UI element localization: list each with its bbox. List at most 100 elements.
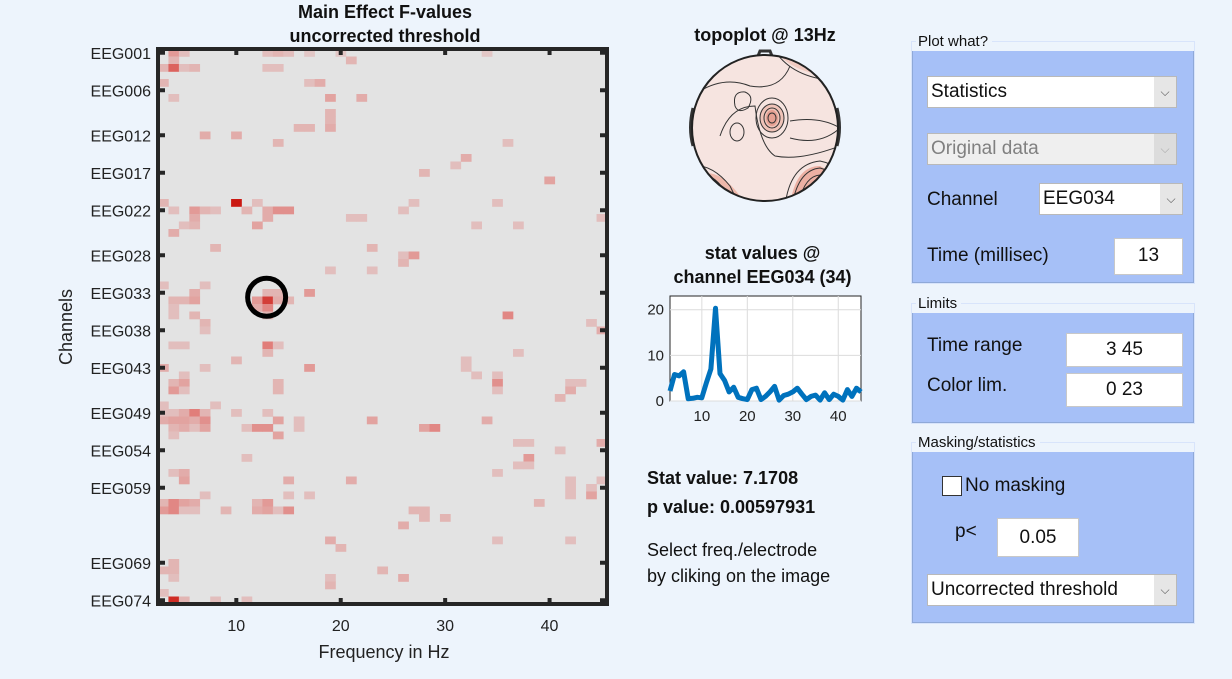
heatmap-cell[interactable] (189, 416, 201, 425)
heatmap-cell[interactable] (168, 566, 180, 575)
heatmap-cell[interactable] (168, 206, 180, 215)
heatmap-cell[interactable] (168, 499, 180, 507)
heatmap-cell[interactable] (231, 356, 242, 365)
heatmap-cell[interactable] (586, 319, 597, 327)
heatmap-cell[interactable] (408, 199, 420, 207)
heatmap-cell[interactable] (168, 94, 180, 102)
heatmap-cell[interactable] (168, 469, 180, 477)
heatmap-cell[interactable] (366, 416, 378, 425)
heatmap-cell[interactable] (241, 454, 253, 462)
heatmap-cell[interactable] (272, 139, 284, 147)
heatmap-cell[interactable] (471, 221, 482, 230)
heatmap-cell[interactable] (168, 506, 180, 515)
time-input[interactable]: 13 (1114, 238, 1183, 275)
heatmap-cell[interactable] (272, 431, 284, 440)
heatmap-cell[interactable] (325, 536, 336, 545)
heatmap-cell[interactable] (293, 424, 305, 432)
heatmap-cell[interactable] (419, 169, 430, 177)
heatmap-cell[interactable] (178, 379, 190, 387)
heatmap-cell[interactable] (565, 379, 576, 387)
no-masking-label[interactable]: No masking (965, 475, 1065, 497)
heatmap-cell[interactable] (565, 491, 576, 500)
heatmap-cell[interactable] (429, 424, 441, 432)
heatmap-cell[interactable] (262, 206, 274, 215)
heatmap-cell[interactable] (189, 311, 201, 320)
heatmap-cell[interactable] (325, 574, 336, 582)
heatmap-cell[interactable] (251, 221, 263, 230)
heatmap-cell[interactable] (356, 94, 368, 102)
heatmap-cell[interactable] (293, 416, 305, 425)
heatmap-cell[interactable] (199, 319, 211, 327)
heatmap-cell[interactable] (262, 349, 274, 357)
color-lim-input[interactable]: 0 23 (1066, 373, 1183, 407)
heatmap-cell[interactable] (419, 506, 430, 515)
heatmap-cell[interactable] (178, 371, 190, 380)
heatmap-cell[interactable] (492, 199, 503, 207)
heatmap-cell[interactable] (168, 386, 180, 395)
heatmap-cell[interactable] (513, 461, 524, 470)
heatmap-cell[interactable] (178, 416, 190, 425)
heatmap-cell[interactable] (439, 514, 451, 522)
heatmap-cell[interactable] (251, 424, 263, 432)
heatmap-cell[interactable] (168, 341, 180, 350)
heatmap-cell[interactable] (189, 289, 201, 297)
heatmap-cell[interactable] (168, 64, 180, 72)
heatmap-cell[interactable] (262, 214, 274, 222)
heatmap-cell[interactable] (335, 544, 347, 552)
heatmap-cell[interactable] (575, 379, 587, 387)
heatmap-cell[interactable] (304, 124, 315, 132)
heatmap-cell[interactable] (189, 296, 201, 305)
heatmap-cell[interactable] (262, 499, 274, 507)
p-threshold-input[interactable]: 0.05 (997, 518, 1079, 557)
heatmap-cell[interactable] (168, 574, 180, 582)
heatmap-cell[interactable] (189, 499, 201, 507)
heatmap-cell[interactable] (523, 439, 535, 447)
heatmap-cell[interactable] (251, 199, 263, 207)
heatmap-cell[interactable] (199, 281, 211, 290)
heatmap-cell[interactable] (272, 206, 284, 215)
heatmap-cell[interactable] (199, 364, 211, 372)
heatmap-cell[interactable] (565, 476, 576, 485)
heatmap-cell[interactable] (481, 416, 493, 425)
heatmap-cell[interactable] (419, 514, 430, 522)
heatmap-cell[interactable] (241, 424, 253, 432)
heatmap-cell[interactable] (251, 506, 263, 515)
heatmap-cell[interactable] (419, 424, 430, 432)
heatmap-cell[interactable] (460, 154, 472, 162)
heatmap-cell[interactable] (304, 364, 315, 372)
heatmap-cell[interactable] (168, 229, 180, 237)
heatmap-cell[interactable] (492, 536, 503, 545)
heatmap-cell[interactable] (272, 379, 284, 387)
heatmap-cell[interactable] (199, 424, 211, 432)
heatmap-cell[interactable] (189, 506, 201, 515)
heatmap-cell[interactable] (502, 311, 514, 320)
topoplot[interactable] (680, 46, 850, 206)
correction-select[interactable]: Uncorrected threshold ⌵ (927, 574, 1177, 606)
heatmap-cell[interactable] (262, 409, 274, 417)
heatmap-cell[interactable] (523, 454, 535, 462)
heatmap-cell[interactable] (262, 506, 274, 515)
heatmap-cell[interactable] (513, 349, 524, 357)
heatmap-cell[interactable] (178, 296, 190, 305)
heatmap-cell[interactable] (325, 581, 336, 590)
heatmap-cell[interactable] (231, 199, 242, 207)
heatmap-cell[interactable] (262, 296, 274, 305)
heatmap-cell[interactable] (283, 506, 295, 515)
heatmap-cell[interactable] (513, 439, 524, 447)
stat-line-chart[interactable]: 10 20 30 40 0 10 20 (630, 290, 880, 430)
heatmap-background[interactable] (158, 49, 607, 604)
heatmap-cell[interactable] (178, 64, 190, 72)
heatmap-cell[interactable] (178, 476, 190, 485)
heatmap-cell[interactable] (377, 566, 389, 575)
heatmap-chart[interactable]: 10 20 30 40 EEG001 EEG006 EEG012 EEG017 EEG022 E… (0, 0, 620, 679)
heatmap-cell[interactable] (251, 296, 263, 305)
heatmap-cell[interactable] (168, 56, 180, 65)
heatmap-cell[interactable] (471, 371, 482, 380)
heatmap-cell[interactable] (262, 424, 274, 432)
heatmap-cell[interactable] (262, 341, 274, 350)
heatmap-cell[interactable] (178, 506, 190, 515)
heatmap-cell[interactable] (513, 221, 524, 230)
chevron-down-icon[interactable]: ⌵ (1154, 77, 1176, 107)
plot-type-select[interactable]: Statistics ⌵ (927, 76, 1177, 108)
heatmap-cell[interactable] (398, 574, 409, 582)
